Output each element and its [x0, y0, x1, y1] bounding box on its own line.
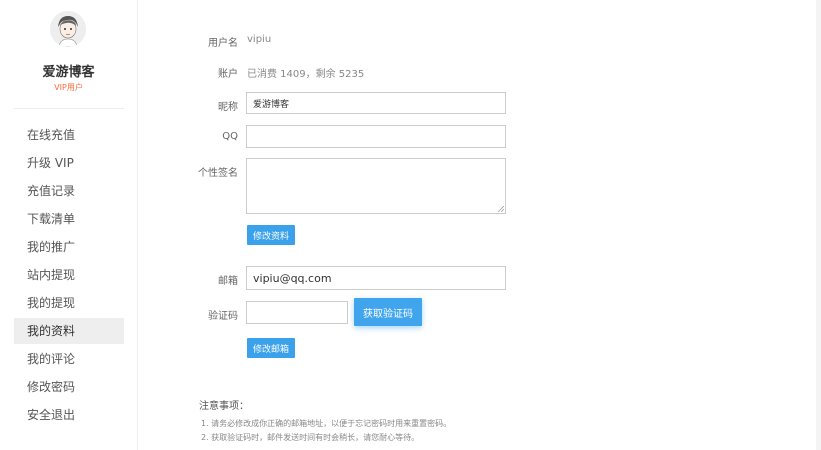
sidebar-nav: 在线充值 升级 VIP 充值记录 下载清单 我的推广 站内提现 我的提现 我的资…	[14, 122, 124, 430]
sidebar-item-my-withdrawals[interactable]: 我的提现	[14, 290, 124, 316]
resize-grip-icon[interactable]	[498, 206, 504, 212]
profile-panel: 用户名 vipiu 账户 已消费 1409，剩余 5235 昵称 QQ 个性签名…	[138, 0, 816, 450]
account-label: 账户	[218, 69, 238, 80]
sidebar-item-downloads[interactable]: 下载清单	[14, 206, 124, 232]
note-item: 1. 请务必修改成你正确的邮箱地址，以便于忘记密码时用来重置密码。	[201, 419, 452, 428]
signature-textarea[interactable]	[246, 158, 506, 214]
verification-code-input[interactable]	[246, 301, 348, 324]
notes-title: 注意事项：	[199, 401, 249, 412]
sidebar-item-change-password[interactable]: 修改密码	[14, 374, 124, 400]
sidebar-item-recharge-history[interactable]: 充值记录	[14, 178, 124, 204]
save-profile-button[interactable]: 修改资料	[247, 225, 295, 245]
sidebar-item-logout[interactable]: 安全退出	[14, 402, 124, 428]
user-name: 爱游博客	[42, 65, 95, 80]
vip-badge: VIP用户	[54, 83, 83, 92]
sidebar-divider	[14, 108, 124, 109]
account-value: 已消费 1409，剩余 5235	[247, 69, 365, 80]
nickname-input[interactable]	[246, 92, 506, 114]
sidebar-item-my-comments[interactable]: 我的评论	[14, 346, 124, 372]
sidebar-item-upgrade-vip[interactable]: 升级 VIP	[14, 150, 124, 176]
user-center-page: 爱游博客 VIP用户 在线充值 升级 VIP 充值记录 下载清单 我的推广 站内…	[0, 0, 821, 450]
note-item: 2. 获取验证码时，邮件发送时间有时会稍长，请您耐心等待。	[201, 433, 420, 442]
avatar-icon	[50, 11, 86, 47]
sidebar-item-recharge[interactable]: 在线充值	[14, 122, 124, 148]
username-value: vipiu	[247, 34, 272, 45]
signature-label: 个性签名	[198, 168, 238, 179]
sidebar-item-withdraw[interactable]: 站内提现	[14, 262, 124, 288]
email-input[interactable]	[246, 266, 506, 290]
verification-code-label: 验证码	[208, 311, 238, 322]
sidebar-item-my-profile[interactable]: 我的资料	[14, 318, 124, 344]
sidebar: 爱游博客 VIP用户 在线充值 升级 VIP 充值记录 下载清单 我的推广 站内…	[0, 0, 138, 450]
get-verification-code-button[interactable]: 获取验证码	[354, 298, 422, 326]
signature-wrapper	[246, 158, 506, 214]
qq-input[interactable]	[246, 125, 506, 148]
sidebar-item-promotion[interactable]: 我的推广	[14, 234, 124, 260]
qq-label: QQ	[222, 131, 238, 142]
email-label: 邮箱	[218, 276, 238, 287]
nickname-label: 昵称	[218, 102, 238, 113]
avatar[interactable]	[50, 11, 86, 47]
username-label: 用户名	[208, 38, 238, 49]
change-email-button[interactable]: 修改邮箱	[247, 338, 295, 358]
